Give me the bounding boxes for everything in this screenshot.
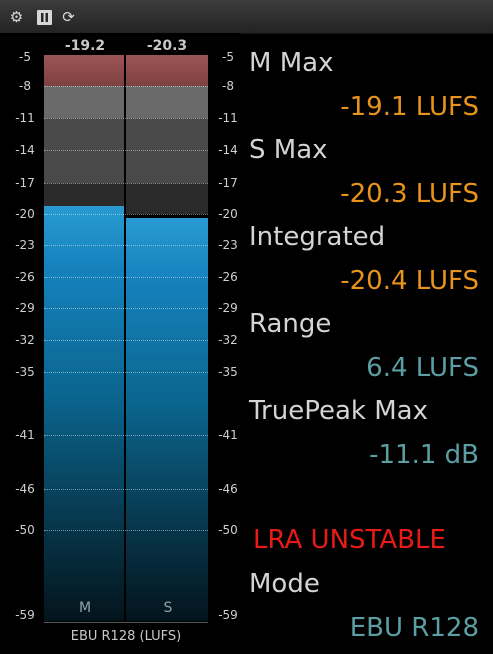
s-max-value: -20.3 LUFS: [340, 179, 479, 209]
scale-label-left: -29: [15, 301, 35, 315]
scale-label-right: -46: [218, 482, 238, 496]
integrated-label: Integrated: [249, 222, 386, 252]
range-label: Range: [249, 309, 332, 339]
lra-warning: LRA UNSTABLE: [253, 525, 446, 555]
scale-label-right: -50: [218, 523, 238, 537]
scale-label-right: -14: [218, 143, 238, 157]
settings-icon[interactable]: ⚙: [7, 8, 26, 27]
scale-gridline: [44, 435, 208, 436]
level-bar-s: [126, 218, 208, 621]
scale-label-left: -11: [15, 111, 35, 125]
scale-gridline: [44, 340, 208, 341]
scale-gridline: [44, 489, 208, 490]
truepeak-label: TruePeak Max: [249, 396, 428, 426]
reset-icon[interactable]: ⟳: [59, 8, 78, 27]
integrated-value: -20.4 LUFS: [340, 266, 479, 296]
scale-label-left: -20: [15, 207, 35, 221]
red-zone: [44, 55, 208, 86]
scale-label-right: -11: [218, 111, 238, 125]
scale-label-right: -59: [218, 608, 238, 622]
scale-label-left: -26: [15, 270, 35, 284]
scale-label-left: -17: [15, 176, 35, 190]
scale-label-right: -35: [218, 365, 238, 379]
range-value: 6.4 LUFS: [366, 353, 479, 383]
scale-gridline: [44, 277, 208, 278]
scale-label-left: -46: [15, 482, 35, 496]
footer-divider: [44, 622, 208, 623]
channel-divider: [124, 55, 126, 621]
scale-label-right: -26: [218, 270, 238, 284]
meter-footer-label: EBU R128 (LUFS): [70, 629, 182, 644]
scale-label-left: -50: [15, 523, 35, 537]
scale-gridline: [44, 245, 208, 246]
s-max-label: S Max: [249, 135, 328, 165]
scale-label-left: -23: [15, 238, 35, 252]
scale-label-right: -5: [222, 50, 234, 64]
scale-label-right: -29: [218, 301, 238, 315]
channel-label-m: M: [78, 600, 92, 616]
level-bar-m: [44, 206, 126, 621]
gray-zone-upper: [44, 86, 208, 118]
scale-gridline: [44, 372, 208, 373]
scale-label-right: -41: [218, 428, 238, 442]
scale-label-left: -5: [19, 50, 31, 64]
scale-label-left: -14: [15, 143, 35, 157]
scale-gridline: [44, 183, 208, 184]
pause-icon[interactable]: [35, 8, 54, 27]
scale-gridline: [44, 308, 208, 309]
scale-gridline: [44, 530, 208, 531]
scale-label-right: -32: [218, 333, 238, 347]
scale-label-left: -32: [15, 333, 35, 347]
scale-gridline: [44, 214, 208, 215]
scale-label-right: -8: [222, 79, 234, 93]
mode-label: Mode: [249, 569, 320, 599]
scale-label-left: -59: [15, 608, 35, 622]
scale-label-left: -35: [15, 365, 35, 379]
title-bar: ⚙ ⟳: [0, 0, 493, 34]
scale-gridline: [44, 86, 208, 87]
scale-label-left: -41: [15, 428, 35, 442]
scale-label-right: -20: [218, 207, 238, 221]
scale-gridline: [44, 150, 208, 151]
channel-label-s: S: [163, 600, 173, 616]
m-max-label: M Max: [249, 48, 334, 78]
scale-gridline: [44, 118, 208, 119]
truepeak-value: -11.1 dB: [369, 440, 479, 470]
scale-label-right: -17: [218, 176, 238, 190]
mode-value: EBU R128: [349, 613, 479, 643]
m-max-value: -19.1 LUFS: [340, 92, 479, 122]
scale-label-left: -8: [19, 79, 31, 93]
scale-label-right: -23: [218, 238, 238, 252]
peak-readout-s: -20.3: [146, 38, 188, 54]
peak-readout-m: -19.2: [64, 38, 106, 54]
